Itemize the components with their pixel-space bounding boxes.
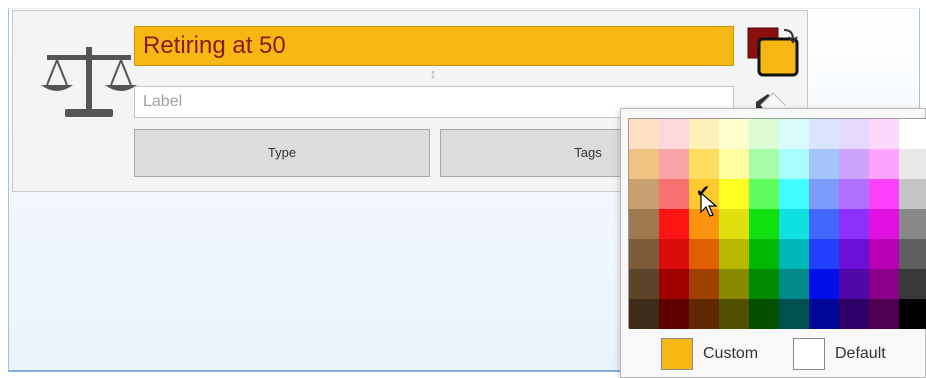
color-swatch[interactable] <box>689 239 719 269</box>
color-swatch[interactable] <box>629 209 659 239</box>
custom-color-label: Custom <box>703 345 759 362</box>
color-swatch[interactable] <box>719 179 749 209</box>
color-swatch[interactable] <box>659 299 689 329</box>
color-swatch[interactable] <box>749 299 779 329</box>
color-swatch[interactable] <box>629 119 659 149</box>
type-button[interactable]: Type <box>134 129 430 177</box>
custom-color-swatch[interactable] <box>661 338 693 370</box>
color-swatch[interactable] <box>869 239 899 269</box>
color-swatch-grid <box>628 118 926 329</box>
color-swatch[interactable] <box>629 269 659 299</box>
color-swatch[interactable] <box>809 269 839 299</box>
color-swatch[interactable] <box>779 269 809 299</box>
color-swatch[interactable] <box>839 119 869 149</box>
color-swatch[interactable] <box>659 269 689 299</box>
color-swatch[interactable] <box>869 299 899 329</box>
default-color-swatch[interactable] <box>793 338 825 370</box>
color-swatch[interactable] <box>719 149 749 179</box>
color-swatch[interactable] <box>719 239 749 269</box>
color-swatch[interactable] <box>629 239 659 269</box>
color-swatch[interactable] <box>899 299 926 329</box>
color-swatch[interactable] <box>749 269 779 299</box>
color-swatch[interactable] <box>779 119 809 149</box>
color-swatch[interactable] <box>749 239 779 269</box>
color-swatch[interactable] <box>719 209 749 239</box>
color-swatch[interactable] <box>779 299 809 329</box>
color-swatch[interactable] <box>719 299 749 329</box>
color-swatch[interactable] <box>749 209 779 239</box>
color-swatch[interactable] <box>719 119 749 149</box>
color-swatch[interactable] <box>689 299 719 329</box>
color-swatch[interactable] <box>779 149 809 179</box>
color-swatch[interactable] <box>839 269 869 299</box>
topic-title[interactable]: Retiring at 50 <box>134 26 734 66</box>
color-swatch[interactable] <box>839 149 869 179</box>
color-swatch[interactable] <box>899 269 926 299</box>
color-swatch[interactable] <box>839 179 869 209</box>
color-swatch[interactable] <box>659 239 689 269</box>
color-swatch[interactable] <box>899 179 926 209</box>
color-swatch[interactable] <box>869 119 899 149</box>
color-swatch[interactable] <box>809 299 839 329</box>
color-swatch[interactable] <box>659 119 689 149</box>
color-swatch[interactable] <box>869 149 899 179</box>
color-swatch[interactable] <box>779 239 809 269</box>
color-swatch[interactable] <box>779 179 809 209</box>
color-swatch[interactable] <box>629 149 659 179</box>
color-swatch[interactable] <box>809 209 839 239</box>
color-swatch[interactable] <box>749 179 779 209</box>
color-swatch[interactable] <box>659 149 689 179</box>
color-swatch[interactable] <box>869 179 899 209</box>
palette-footer: Custom Default <box>621 335 926 375</box>
color-swatch[interactable] <box>899 239 926 269</box>
color-swatch[interactable] <box>689 269 719 299</box>
color-swatch[interactable] <box>809 119 839 149</box>
color-swatch[interactable] <box>659 209 689 239</box>
color-swatch[interactable] <box>749 119 779 149</box>
color-swatch[interactable] <box>809 179 839 209</box>
color-swatch[interactable] <box>869 209 899 239</box>
color-swatch[interactable] <box>659 179 689 209</box>
swap-colors-icon[interactable] <box>746 26 806 82</box>
mouse-pointer-icon <box>700 192 718 217</box>
color-swatch[interactable] <box>809 149 839 179</box>
color-swatch[interactable] <box>749 149 779 179</box>
color-palette-popup: Custom Default <box>620 108 926 378</box>
color-swatch[interactable] <box>629 179 659 209</box>
color-swatch[interactable] <box>689 149 719 179</box>
color-swatch[interactable] <box>899 149 926 179</box>
default-color-label: Default <box>835 345 886 362</box>
resize-grip-icon[interactable]: ↕ <box>427 67 439 81</box>
color-swatch[interactable] <box>689 119 719 149</box>
color-swatch[interactable] <box>809 239 839 269</box>
color-swatch[interactable] <box>779 209 809 239</box>
color-swatch[interactable] <box>839 209 869 239</box>
color-swatch[interactable] <box>869 269 899 299</box>
color-swatch[interactable] <box>899 119 926 149</box>
color-swatch[interactable] <box>839 299 869 329</box>
color-swatch[interactable] <box>899 209 926 239</box>
custom-color-option[interactable]: Custom <box>661 337 758 371</box>
color-swatch[interactable] <box>839 239 869 269</box>
balance-scale-icon <box>41 47 137 117</box>
default-color-option[interactable]: Default <box>793 337 886 371</box>
color-swatch[interactable] <box>719 269 749 299</box>
color-swatch[interactable] <box>629 299 659 329</box>
